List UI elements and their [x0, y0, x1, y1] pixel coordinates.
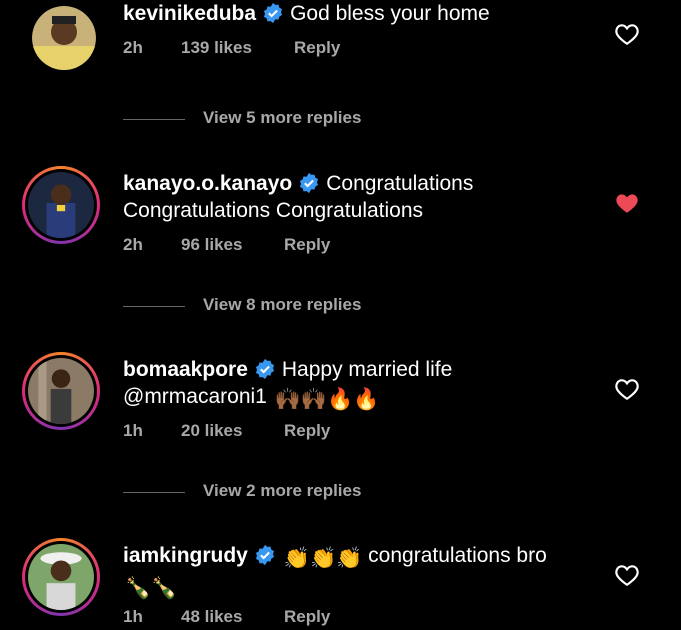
view-more-label[interactable]: View 8 more replies	[203, 295, 361, 315]
reply-button[interactable]: Reply	[284, 607, 330, 627]
comment-text: kanayo.o.kanayo Congratulations Congratul…	[123, 170, 593, 224]
timestamp: 1h	[123, 421, 143, 440]
like-heart-icon[interactable]	[614, 377, 640, 401]
reply-button[interactable]: Reply	[294, 38, 340, 58]
verified-badge-icon	[255, 358, 274, 380]
comment-body: God bless your home	[290, 2, 490, 25]
comment-body: Congratulations	[326, 172, 474, 195]
view-more-label[interactable]: View 5 more replies	[203, 108, 361, 128]
divider-line	[123, 306, 185, 307]
emoji-reaction: 🙌🏾🙌🏾🔥🔥	[274, 388, 380, 411]
comment-text: iamkingrudy 👏👏👏 congratulations bro 🍾🍾	[123, 542, 593, 602]
divider-line	[123, 119, 185, 120]
avatar[interactable]	[32, 6, 96, 70]
avatar-image	[28, 172, 94, 238]
comment-body: Happy married life	[281, 358, 453, 381]
avatar[interactable]	[22, 166, 100, 244]
emoji-reaction: 👏👏👏	[283, 547, 363, 570]
avatar-image	[32, 6, 96, 70]
comment-body: congratulations bro	[368, 544, 547, 567]
username[interactable]: kevinikeduba	[123, 2, 256, 25]
avatar-image	[28, 358, 94, 424]
likes-count[interactable]: 139 likes	[181, 38, 252, 58]
mention-link[interactable]: @mrmacaroni1	[123, 385, 267, 408]
comment-text: bomaakpore Happy married life @mrmacaroni…	[123, 356, 593, 413]
liked-heart-icon[interactable]	[614, 191, 640, 215]
reply-button[interactable]: Reply	[284, 421, 330, 441]
username[interactable]: iamkingrudy	[123, 544, 248, 567]
comment-body-continued: Congratulations Congratulations	[123, 199, 424, 222]
avatar[interactable]	[22, 538, 100, 616]
like-heart-icon[interactable]	[614, 22, 640, 46]
verified-badge-icon	[300, 172, 319, 194]
likes-count[interactable]: 20 likes	[181, 421, 242, 441]
divider-line	[123, 492, 185, 493]
username[interactable]: kanayo.o.kanayo	[123, 172, 292, 195]
timestamp: 1h	[123, 607, 143, 626]
likes-count[interactable]: 96 likes	[181, 235, 242, 255]
comment-text: kevinikeduba God bless your home	[123, 0, 593, 27]
username[interactable]: bomaakpore	[123, 358, 248, 381]
timestamp: 2h	[123, 235, 143, 254]
avatar[interactable]	[22, 352, 100, 430]
likes-count[interactable]: 48 likes	[181, 607, 242, 627]
view-more-label[interactable]: View 2 more replies	[203, 481, 361, 501]
verified-badge-icon	[263, 2, 283, 24]
timestamp: 2h	[123, 38, 143, 57]
reply-button[interactable]: Reply	[284, 235, 330, 255]
emoji-reaction: 🍾🍾	[125, 577, 178, 600]
avatar-image	[28, 544, 94, 610]
like-heart-icon[interactable]	[614, 563, 640, 587]
verified-badge-icon	[255, 544, 274, 566]
